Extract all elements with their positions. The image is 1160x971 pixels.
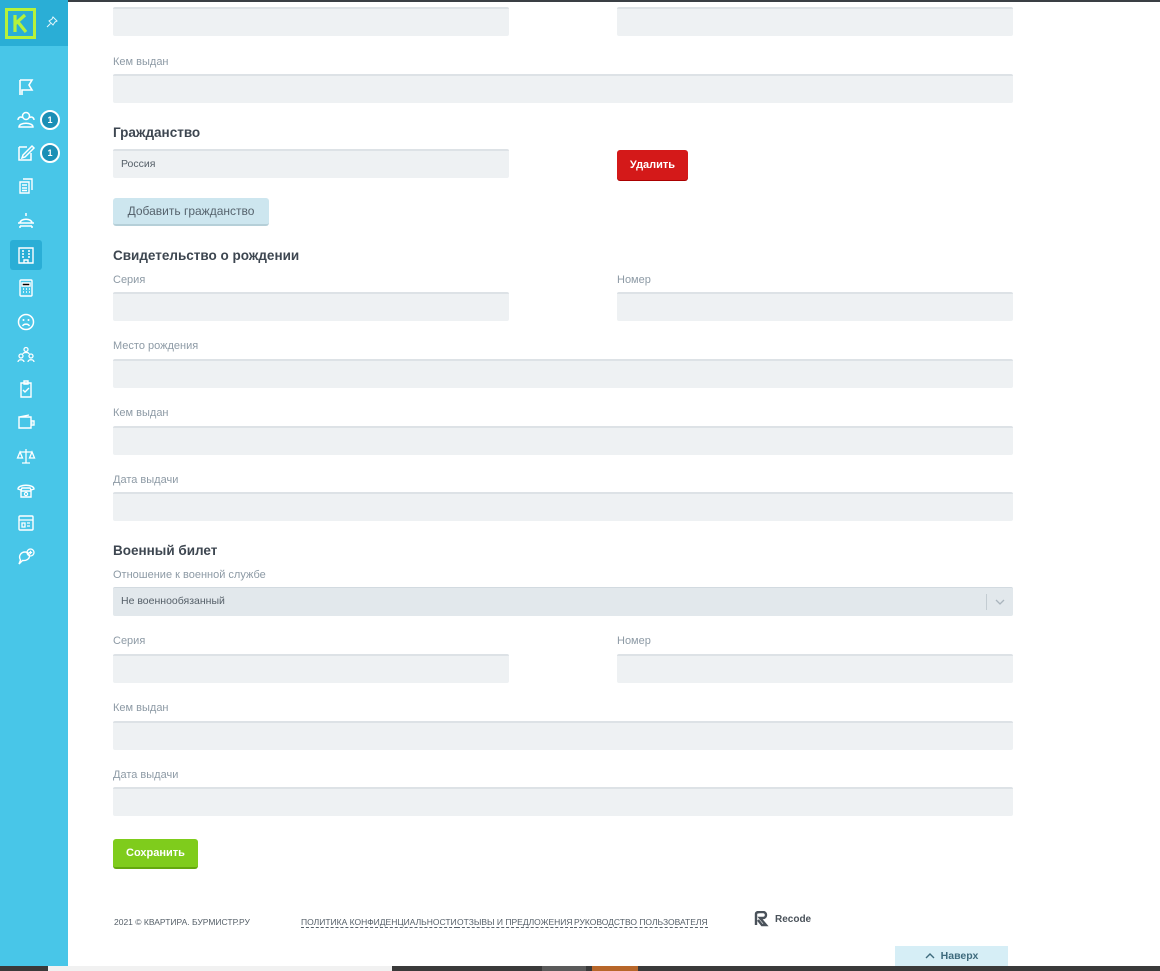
nav-item-flag[interactable] [10, 72, 42, 102]
birth-certificate-title: Свидетельство о рождении [113, 248, 300, 263]
birth-issued-by-label: Кем выдан [113, 407, 169, 419]
passport-series-input[interactable] [113, 7, 509, 36]
edit-badge: 1 [40, 143, 60, 163]
birth-number-input[interactable] [617, 292, 1013, 321]
scroll-to-top-label: Наверх [940, 950, 979, 962]
nav-item-checklist[interactable] [10, 374, 42, 404]
user-manual-link[interactable]: РУКОВОДСТВО ПОЛЬЗОВАТЕЛЯ [574, 917, 708, 928]
military-issue-date-label: Дата выдачи [113, 769, 179, 781]
nav-item-calls[interactable] [10, 475, 42, 505]
team-icon [17, 346, 35, 363]
select-separator [986, 594, 987, 610]
scales-icon [16, 449, 36, 464]
passport-issued-by-label: Кем выдан [113, 56, 169, 68]
nav-item-building[interactable] [10, 240, 42, 270]
military-series-label: Серия [113, 635, 146, 647]
chevron-up-icon [925, 953, 935, 959]
logo-icon[interactable] [5, 8, 36, 39]
nav-item-dashboard[interactable] [10, 508, 42, 538]
passport-number-input[interactable] [617, 7, 1013, 36]
citizenship-title: Гражданство [113, 125, 201, 140]
citizenship-value: Россия [121, 158, 156, 170]
scroll-to-top-button[interactable]: Наверх [895, 946, 1008, 966]
phone-icon [17, 484, 35, 498]
military-issued-by-input[interactable] [113, 721, 1013, 750]
birthplace-input[interactable] [113, 359, 1013, 388]
dashboard-icon [18, 515, 34, 531]
building-icon [18, 247, 34, 264]
citizenship-input[interactable]: Россия [113, 149, 509, 178]
nav-item-calculator[interactable] [10, 273, 42, 303]
footer-copyright: 2021 © КВАРТИРА. БУРМИСТР.РУ [114, 917, 250, 927]
recode-logo-icon [754, 911, 769, 927]
users-badge: 1 [40, 110, 60, 130]
checklist-icon [20, 380, 32, 398]
nav-item-team[interactable] [10, 340, 42, 370]
wallet-icon [18, 414, 35, 429]
military-issued-by-label: Кем выдан [113, 702, 169, 714]
edit-icon [18, 144, 36, 161]
feedback-link[interactable]: ОТЗЫВЫ И ПРЕДЛОЖЕНИЯ [457, 917, 573, 928]
taskbar-segment [542, 966, 586, 971]
military-relation-label: Отношение к военной службе [113, 569, 266, 581]
chat-add-icon [18, 548, 35, 565]
military-number-input[interactable] [617, 654, 1013, 683]
chevron-down-icon[interactable] [994, 596, 1006, 608]
taskbar-segment [48, 966, 392, 971]
birth-series-input[interactable] [113, 292, 509, 321]
military-relation-value: Не военнообязанный [121, 595, 225, 607]
service-icon [18, 213, 34, 228]
pin-icon[interactable] [46, 16, 58, 28]
calculator-icon [19, 279, 33, 297]
taskbar-segment [592, 966, 638, 971]
birth-issue-date-label: Дата выдачи [113, 474, 179, 486]
nav-item-edit[interactable] [10, 138, 42, 168]
nav-item-service[interactable] [10, 205, 42, 235]
taskbar-strip [0, 966, 1160, 971]
military-issue-date-input[interactable] [113, 787, 1013, 816]
users-icon [17, 111, 35, 128]
nav-item-wallet[interactable] [10, 407, 42, 437]
birthplace-label: Место рождения [113, 340, 199, 352]
nav-item-legal[interactable] [10, 441, 42, 471]
delete-citizenship-button[interactable]: Удалить [617, 150, 688, 180]
documents-icon [19, 178, 33, 194]
sidebar: 1 1 [0, 0, 68, 971]
main-content: Кем выдан Гражданство Россия Удалить Доб… [68, 0, 1160, 971]
flag-icon [19, 79, 34, 95]
logo-area [0, 0, 68, 46]
birth-issue-date-input[interactable] [113, 492, 1013, 521]
privacy-policy-link[interactable]: ПОЛИТИКА КОНФИДЕНЦИАЛЬНОСТИ [301, 917, 457, 928]
military-number-label: Номер [617, 635, 651, 647]
military-id-title: Военный билет [113, 543, 218, 558]
birth-number-label: Номер [617, 274, 651, 286]
military-series-input[interactable] [113, 654, 509, 683]
birth-series-label: Серия [113, 274, 146, 286]
nav-item-complaints[interactable] [10, 307, 42, 337]
nav-item-documents[interactable] [10, 171, 42, 201]
add-citizenship-button[interactable]: Добавить гражданство [113, 198, 269, 226]
military-relation-select[interactable]: Не военнообязанный [113, 587, 1013, 616]
save-button[interactable]: Сохранить [113, 839, 198, 869]
recode-brand-text: Recode [775, 913, 812, 925]
passport-issued-by-input[interactable] [113, 74, 1013, 103]
nav-item-users[interactable] [10, 105, 42, 135]
sad-face-icon [17, 313, 35, 331]
nav-item-new-chat[interactable] [10, 542, 42, 572]
recode-brand[interactable]: Recode [754, 911, 811, 927]
birth-issued-by-input[interactable] [113, 426, 1013, 455]
